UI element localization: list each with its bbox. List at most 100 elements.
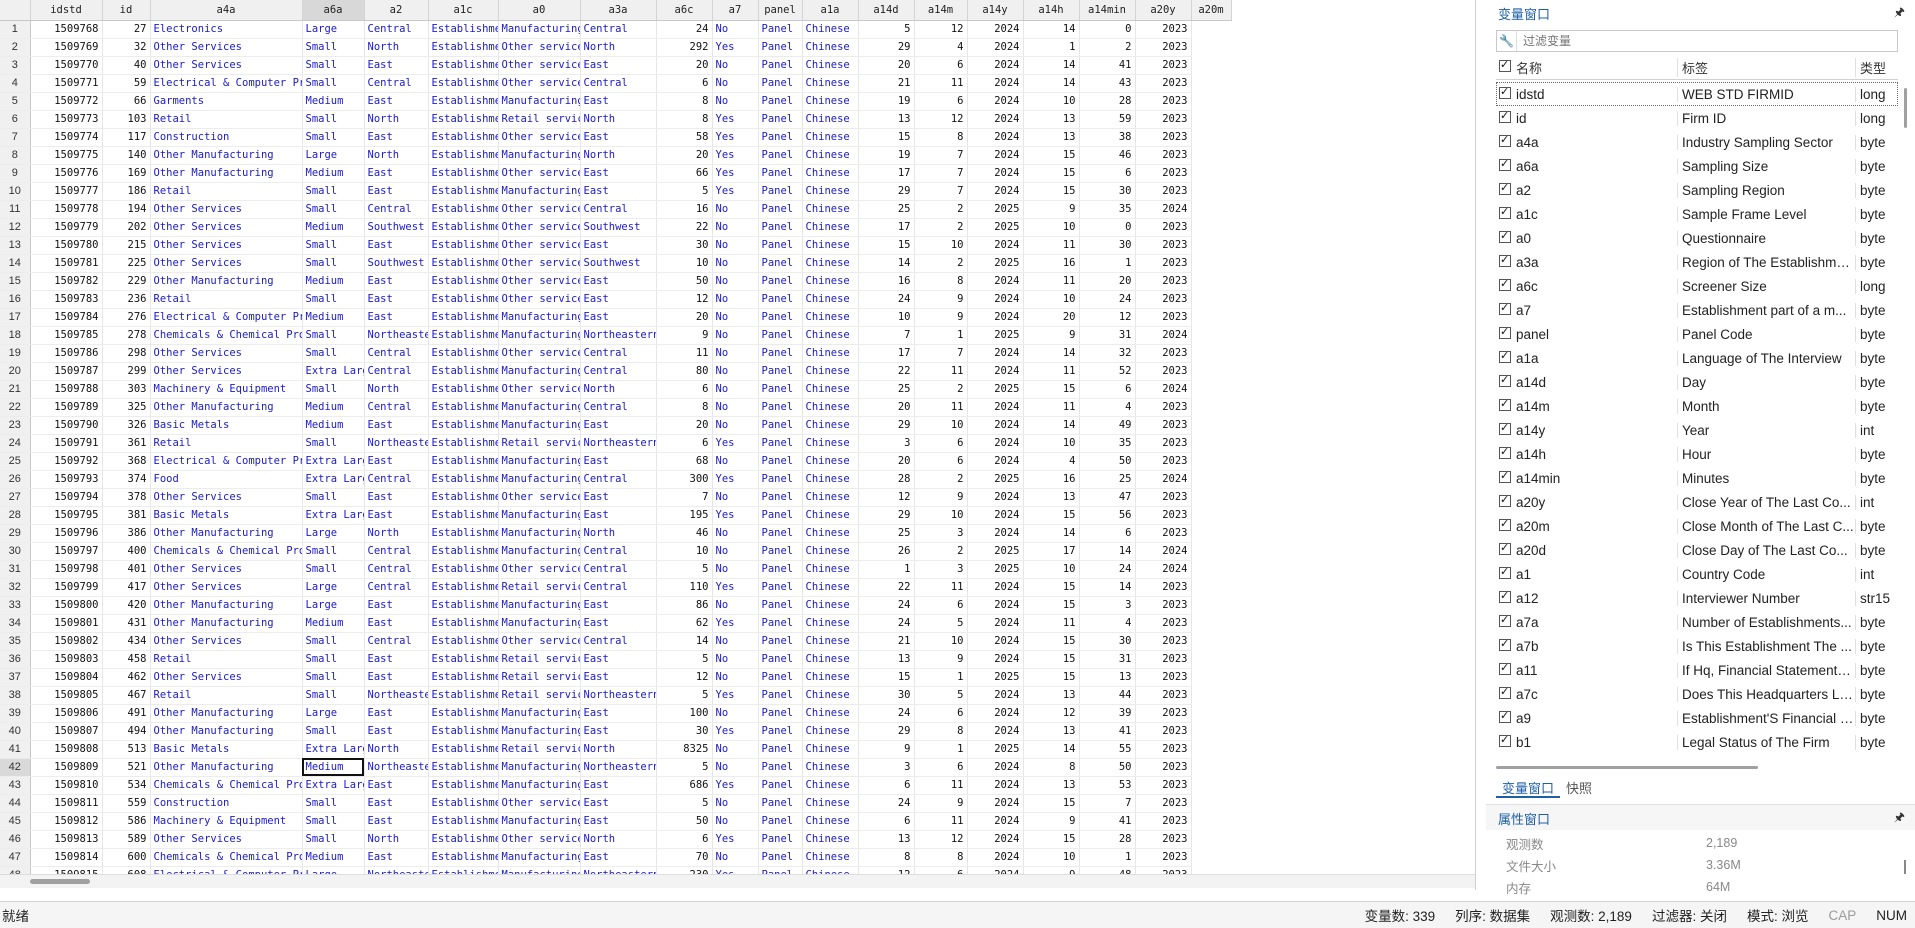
- cell-a0[interactable]: Retail services: [498, 740, 581, 759]
- cell-a6a[interactable]: Small: [302, 236, 365, 255]
- cell-a14h[interactable]: 8: [1023, 758, 1080, 777]
- cell-panel[interactable]: Panel: [758, 434, 803, 453]
- cell-a4a[interactable]: Other Manufacturing: [150, 758, 303, 777]
- cell-a0[interactable]: Manufacturing: [498, 542, 581, 561]
- cell-a14m[interactable]: 2: [914, 380, 968, 399]
- cell-a20y[interactable]: 2024: [1135, 470, 1192, 489]
- variable-row-a7b[interactable]: a7bIs This Establishment The ...byte: [1496, 634, 1898, 658]
- cell-a20y[interactable]: 2023: [1135, 128, 1192, 147]
- cell-a3a[interactable]: East: [580, 164, 657, 183]
- cell-a6c[interactable]: 50: [656, 272, 713, 291]
- cell-a14d[interactable]: 24: [858, 794, 915, 813]
- cell-panel[interactable]: Panel: [758, 686, 803, 705]
- cell-panel[interactable]: Panel: [758, 290, 803, 309]
- cell-a0[interactable]: Other services: [498, 200, 581, 219]
- cell-a6c[interactable]: 5: [656, 758, 713, 777]
- cell-id[interactable]: 326: [102, 416, 151, 435]
- cell-a14d[interactable]: 20: [858, 398, 915, 417]
- cell-a1c[interactable]: Establishment: [428, 470, 499, 489]
- cell-a4a[interactable]: Garments: [150, 92, 303, 111]
- cell-a20y[interactable]: 2023: [1135, 20, 1192, 39]
- cell-a14y[interactable]: 2024: [967, 110, 1024, 129]
- cell-a0[interactable]: Manufacturing: [498, 20, 581, 39]
- cell-a6c[interactable]: 292: [656, 38, 713, 57]
- cell-a3a[interactable]: East: [580, 56, 657, 75]
- cell-a14y[interactable]: 2024: [967, 362, 1024, 381]
- cell-a1a[interactable]: Chinese: [802, 182, 859, 201]
- cell-a1a[interactable]: Chinese: [802, 542, 859, 561]
- row-number[interactable]: 41: [0, 740, 31, 759]
- cell-a14min[interactable]: 49: [1079, 416, 1136, 435]
- cell-a14y[interactable]: 2024: [967, 686, 1024, 705]
- cell-a14min[interactable]: 38: [1079, 128, 1136, 147]
- cell-a6a[interactable]: Small: [302, 686, 365, 705]
- cell-a3a[interactable]: North: [580, 38, 657, 57]
- variable-row-a20m[interactable]: a20mClose Month of The Last C...byte: [1496, 514, 1898, 538]
- table-row[interactable]: 301509797400Chemicals & Chemical Product…: [0, 542, 1231, 561]
- variable-checkbox[interactable]: [1499, 157, 1511, 171]
- table-row[interactable]: 27 1509794 378 Other Services Small East Estab…: [0, 488, 1231, 507]
- cell-panel[interactable]: Panel: [758, 164, 803, 183]
- cell-a14y[interactable]: 2024: [967, 398, 1024, 417]
- cell-panel[interactable]: Panel: [758, 578, 803, 597]
- cell-id[interactable]: 521: [102, 758, 151, 777]
- cell-a6c[interactable]: 6: [656, 434, 713, 453]
- cell-a14m[interactable]: 11: [914, 398, 968, 417]
- cell-a0[interactable]: Other services: [498, 218, 581, 237]
- cell-id[interactable]: 303: [102, 380, 151, 399]
- cell-idstd[interactable]: 1509799: [30, 578, 103, 597]
- cell-a4a[interactable]: Other Manufacturing: [150, 146, 303, 165]
- cell-a20y[interactable]: 2023: [1135, 92, 1192, 111]
- column-header-a7[interactable]: a7: [712, 0, 759, 21]
- header-type[interactable]: 类型: [1856, 58, 1898, 77]
- cell-panel[interactable]: Panel: [758, 218, 803, 237]
- cell-a7[interactable]: No: [712, 92, 759, 111]
- row-number[interactable]: 16: [0, 290, 31, 309]
- cell-idstd[interactable]: 1509787: [30, 362, 103, 381]
- cell-a6a[interactable]: Medium: [302, 164, 365, 183]
- cell-a2[interactable]: East: [364, 488, 429, 507]
- cell-a20y[interactable]: 2023: [1135, 146, 1192, 165]
- cell-a6a[interactable]: Medium: [302, 614, 365, 633]
- variable-row-a6a[interactable]: a6aSampling Sizebyte: [1496, 154, 1898, 178]
- cell-a1c[interactable]: Establishment: [428, 560, 499, 579]
- cell-idstd[interactable]: 1509797: [30, 542, 103, 561]
- cell-a14m[interactable]: 11: [914, 74, 968, 93]
- cell-a1a[interactable]: Chinese: [802, 218, 859, 237]
- scrollbar-thumb[interactable]: [1904, 88, 1907, 128]
- cell-a14d[interactable]: 13: [858, 110, 915, 129]
- cell-a14h[interactable]: 11: [1023, 272, 1080, 291]
- cell-a14m[interactable]: 12: [914, 830, 968, 849]
- cell-id[interactable]: 589: [102, 830, 151, 849]
- cell-a1a[interactable]: Chinese: [802, 200, 859, 219]
- cell-a1c[interactable]: Establishment: [428, 182, 499, 201]
- cell-a3a[interactable]: East: [580, 722, 657, 741]
- row-number[interactable]: 44: [0, 794, 31, 813]
- cell-a14y[interactable]: 2025: [967, 668, 1024, 687]
- cell-a7[interactable]: No: [712, 488, 759, 507]
- cell-a6a[interactable]: Small: [302, 290, 365, 309]
- cell-a0[interactable]: Retail services: [498, 686, 581, 705]
- cell-a0[interactable]: Manufacturing: [498, 758, 581, 777]
- cell-a7[interactable]: No: [712, 380, 759, 399]
- cell-a14min[interactable]: 30: [1079, 182, 1136, 201]
- cell-id[interactable]: 462: [102, 668, 151, 687]
- cell-a3a[interactable]: East: [580, 794, 657, 813]
- cell-idstd[interactable]: 1509781: [30, 254, 103, 273]
- cell-a14h[interactable]: 14: [1023, 740, 1080, 759]
- cell-a6a[interactable]: Extra Large: [302, 740, 365, 759]
- cell-a2[interactable]: North: [364, 38, 429, 57]
- cell-a14h[interactable]: 12: [1023, 704, 1080, 723]
- cell-a4a[interactable]: Electrical & Computer Products: [150, 308, 303, 327]
- cell-idstd[interactable]: 1509804: [30, 668, 103, 687]
- cell-a14d[interactable]: 13: [858, 650, 915, 669]
- cell-a14y[interactable]: 2024: [967, 488, 1024, 507]
- cell-a0[interactable]: Manufacturing: [498, 398, 581, 417]
- table-row[interactable]: 281509795381Basic MetalsExtra LargeEastE…: [0, 506, 1231, 525]
- cell-a0[interactable]: Manufacturing: [498, 704, 581, 723]
- cell-idstd[interactable]: 1509780: [30, 236, 103, 255]
- cell-a14d[interactable]: 24: [858, 596, 915, 615]
- cell-a14d[interactable]: 5: [858, 20, 915, 39]
- cell-a1a[interactable]: Chinese: [802, 776, 859, 795]
- cell-id[interactable]: 186: [102, 182, 151, 201]
